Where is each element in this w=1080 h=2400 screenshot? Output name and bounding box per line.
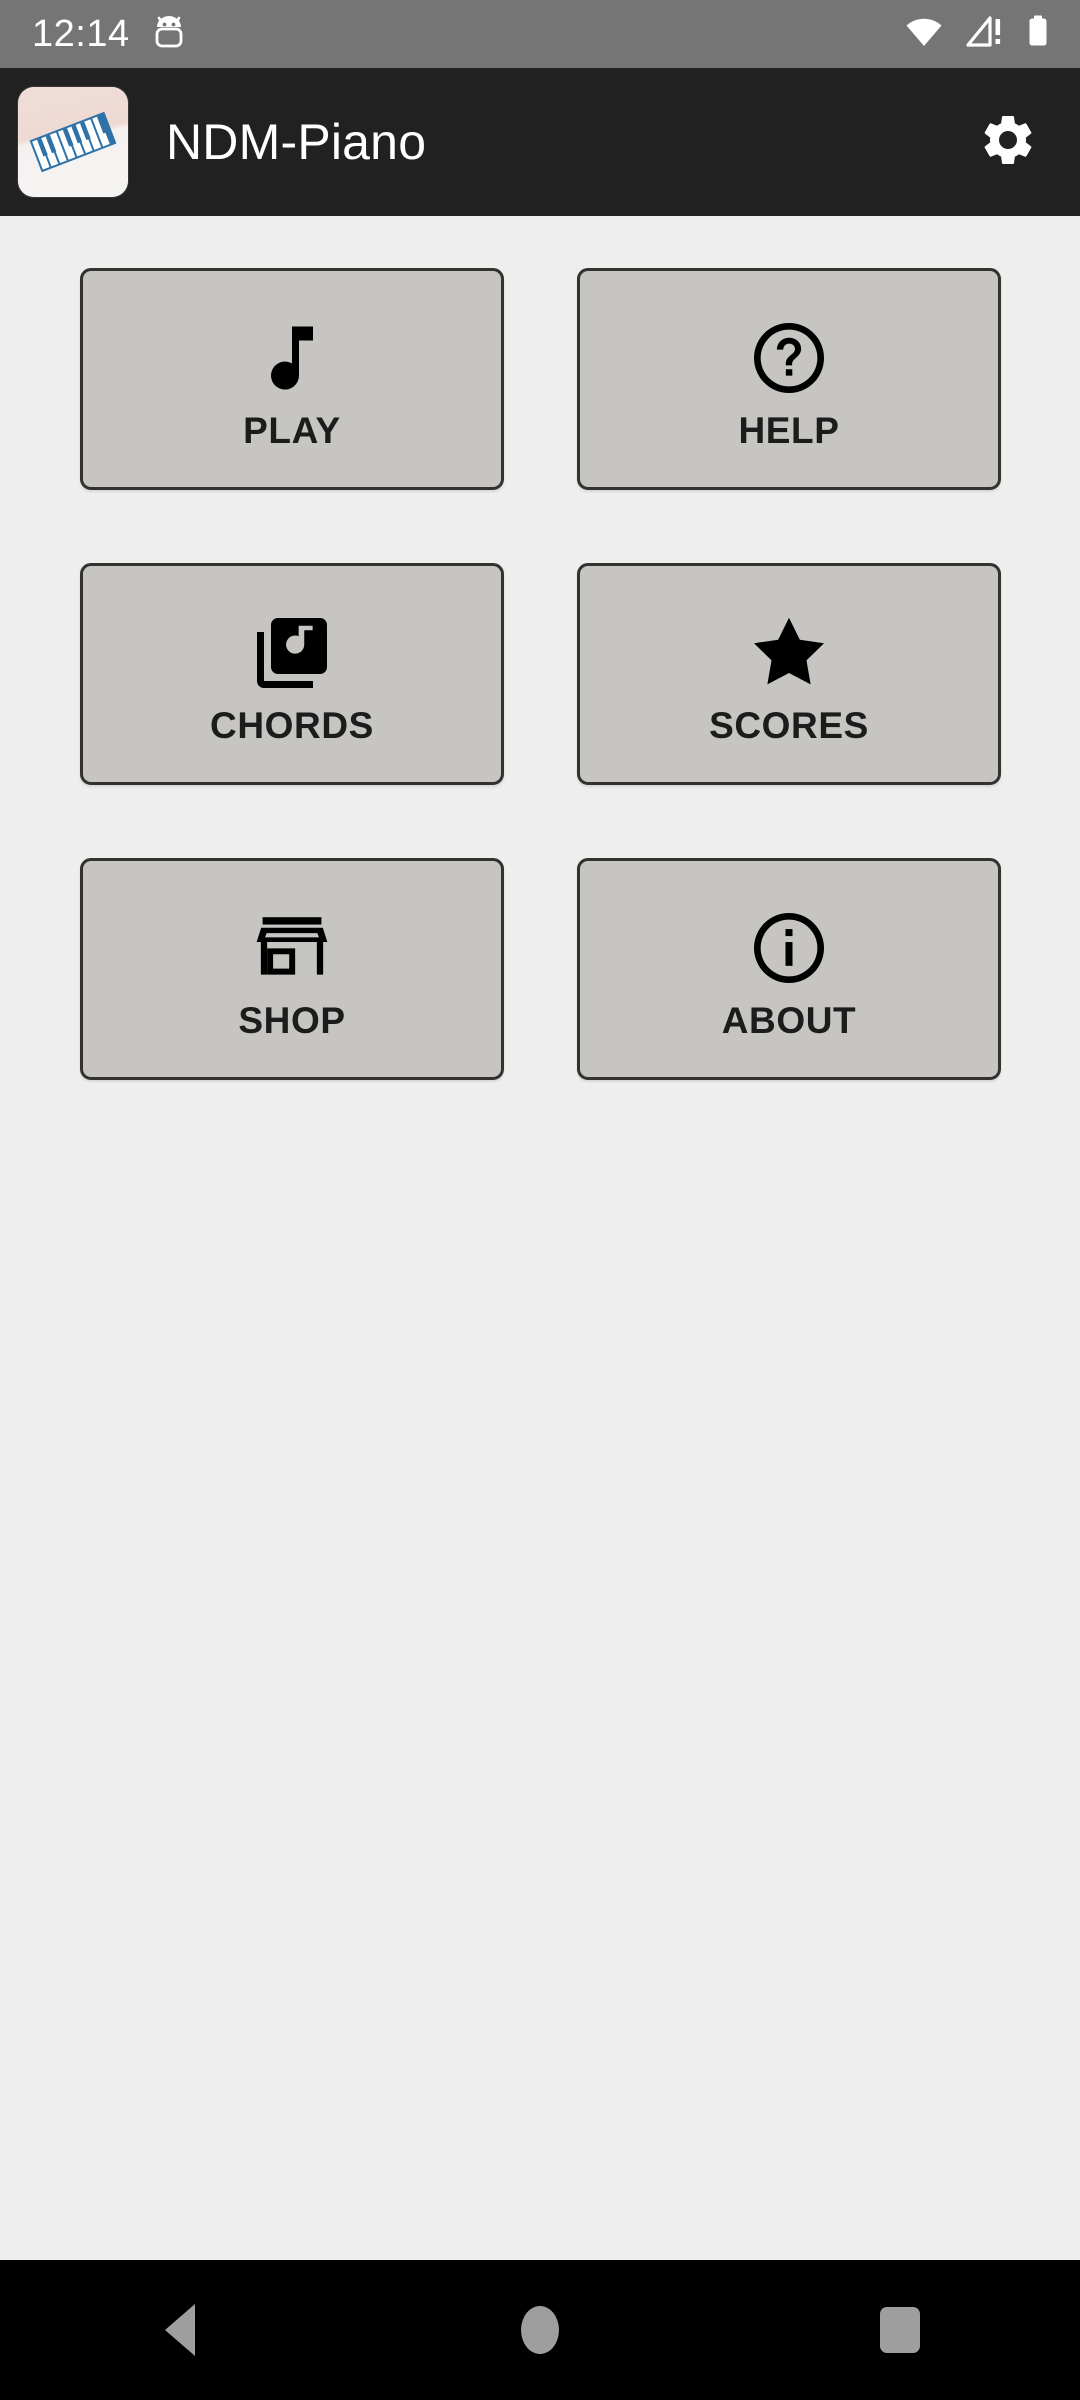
library-music-icon	[250, 605, 334, 701]
status-bar-right	[904, 14, 1050, 55]
music-note-icon	[250, 310, 334, 406]
piano-keyboard-app-icon	[18, 87, 128, 197]
home-button[interactable]	[450, 2260, 630, 2400]
scores-button[interactable]: SCORES	[577, 563, 1001, 785]
storefront-icon	[250, 900, 334, 996]
page-title: NDM-Piano	[166, 114, 427, 170]
chords-button[interactable]: CHORDS	[80, 563, 504, 785]
tile-label: SHOP	[238, 999, 346, 1041]
back-button[interactable]	[90, 2260, 270, 2400]
about-button[interactable]: ABOUT	[577, 858, 1001, 1080]
settings-button[interactable]	[962, 96, 1054, 188]
tile-label: HELP	[738, 409, 840, 451]
tile-label: PLAY	[243, 409, 341, 451]
main-content: PLAY HELP CHORDS SCORES SHOP ABOUT	[0, 216, 1080, 2260]
info-circle-icon	[747, 900, 831, 996]
square-icon	[880, 2307, 920, 2353]
navigation-bar	[0, 2260, 1080, 2400]
shop-button[interactable]: SHOP	[80, 858, 504, 1080]
battery-full-icon	[1026, 14, 1050, 55]
help-circle-icon	[747, 310, 831, 406]
cellular-no-service-icon	[966, 14, 1004, 55]
recents-button[interactable]	[810, 2260, 990, 2400]
play-button[interactable]: PLAY	[80, 268, 504, 490]
tile-label: SCORES	[709, 704, 869, 746]
wifi-icon	[904, 14, 944, 55]
menu-grid: PLAY HELP CHORDS SCORES SHOP ABOUT	[80, 268, 1001, 1080]
tile-label: CHORDS	[210, 704, 374, 746]
app-bar: NDM-Piano	[0, 68, 1080, 216]
triangle-left-icon	[165, 2304, 195, 2356]
star-icon	[745, 605, 833, 701]
gear-icon	[978, 110, 1038, 175]
tile-label: ABOUT	[721, 999, 857, 1041]
android-head-icon	[152, 14, 186, 55]
status-bar-left: 12:14	[32, 14, 186, 55]
status-bar: 12:14	[0, 0, 1080, 68]
status-bar-clock: 12:14	[32, 13, 130, 55]
circle-icon	[521, 2306, 559, 2354]
help-button[interactable]: HELP	[577, 268, 1001, 490]
phone-screen: 12:14 NDM-Piano PLAY HELP CHORDS SCORES …	[0, 0, 1080, 2400]
